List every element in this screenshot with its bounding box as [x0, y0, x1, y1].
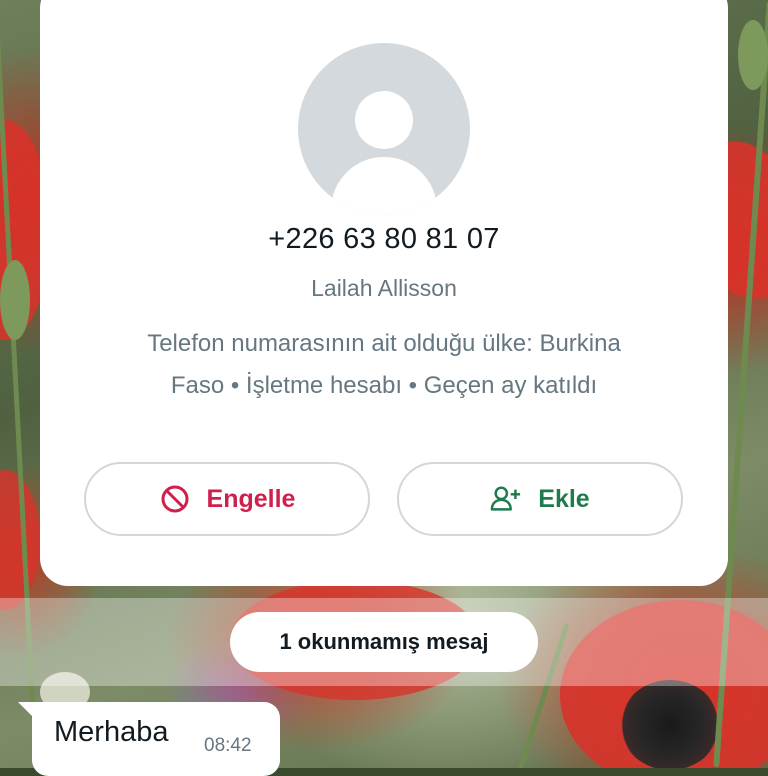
- contact-push-name: Lailah Allisson: [311, 275, 457, 301]
- add-contact-button[interactable]: Ekle: [397, 462, 683, 536]
- unread-messages-badge: 1 okunmamış mesaj: [230, 612, 538, 672]
- block-button[interactable]: Engelle: [84, 462, 370, 536]
- contact-phone-number: +226 63 80 81 07: [268, 223, 500, 255]
- unread-messages-text: 1 okunmamış mesaj: [279, 629, 489, 654]
- add-button-label: Ekle: [538, 484, 590, 513]
- incoming-message-bubble[interactable]: Merhaba 08:42: [32, 702, 280, 776]
- message-timestamp: 08:42: [204, 735, 252, 756]
- contact-info-line-1: Telefon numarasının ait olduğu ülke: Bur…: [147, 330, 621, 357]
- message-text: Merhaba: [54, 716, 169, 748]
- person-add-icon: [490, 483, 522, 515]
- block-icon: [159, 483, 191, 515]
- default-avatar-icon: [298, 43, 470, 215]
- contact-info-card: +226 63 80 81 07 Lailah Allisson Telefon…: [40, 0, 728, 586]
- contact-info-line-2: Faso • İşletme hesabı • Geçen ay katıldı: [170, 372, 598, 399]
- block-button-label: Engelle: [206, 484, 296, 513]
